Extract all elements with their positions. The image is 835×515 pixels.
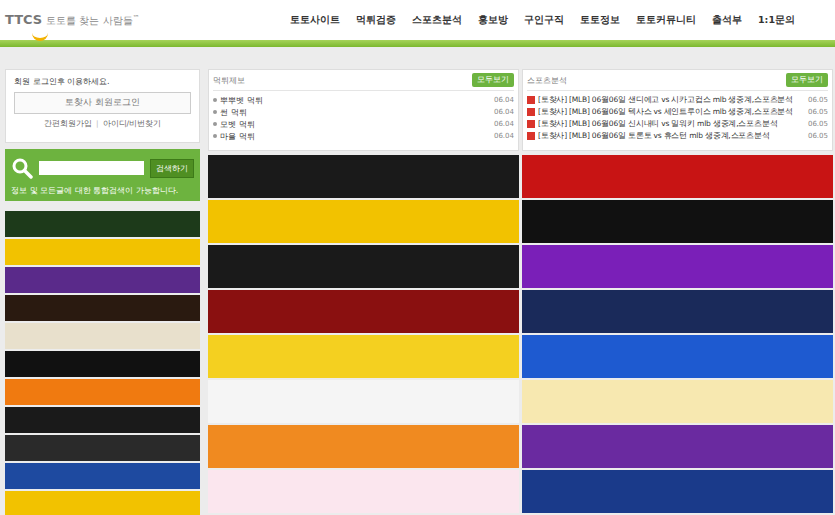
nav-item[interactable]: 출석부 [704,14,750,27]
banner[interactable] [522,290,833,333]
logo-name: TTCS [5,12,42,27]
banner[interactable] [208,290,519,333]
panel-title: 먹튀제보 [213,75,245,86]
row-date: 06.05 [808,96,828,104]
banner[interactable] [208,155,519,198]
nav-item[interactable]: 토토사이트 [282,14,348,27]
banner-grid [208,155,833,513]
content: 회원 로그인후 이용하세요. 토찾사 회원로그인간편회원가입 | 아이디/비번찾기검색… [0,47,835,515]
side-banner[interactable] [5,351,200,377]
logo-tagline: 토토를 찾는 사람들™ [46,14,139,28]
search-help: 정보 및 모든글에 대한 통합검색이 가능합니다. [11,185,194,196]
separator: | [96,119,99,129]
header: TTCS 토토를 찾는 사람들™ 토토사이트먹튀검증스포츠분석홍보방구인구직토토정보… [0,0,835,40]
row-date: 06.04 [494,108,514,116]
report-row[interactable]: 마을 먹튀06.04 [213,130,514,142]
analysis-row[interactable]: [토찾사] [MLB] 06월06일 토론토 vs 휴스턴 mlb 생중계,스포… [527,130,828,142]
side-banner[interactable] [5,491,200,515]
page: TTCS토토를 찾는 사람들™토토사이트먹튀검증스포츠분석홍보방구인구직토토정보… [0,0,835,515]
banner[interactable] [522,200,833,243]
banner[interactable] [208,425,519,468]
report-row[interactable]: 모벳 먹튀06.04 [213,118,514,130]
smile-icon [32,30,48,41]
search-box: 검색하기정보 및 모든글에 대한 통합검색이 가능합니다. [5,149,200,201]
login-message: 회원 로그인후 이용하세요. [14,76,191,87]
post-icon [527,108,535,116]
report-panel: 먹튀제보 모두보기뿌뿌벳 먹튀06.04썬 먹튀06.04모벳 먹튀06.04마을… [208,69,519,151]
banner[interactable] [208,380,519,423]
logo[interactable]: TTCS 토토를 찾는 사람들™ [0,0,200,40]
banner[interactable] [522,425,833,468]
main: 먹튀제보 모두보기뿌뿌벳 먹튀06.04썬 먹튀06.04모벳 먹튀06.04마을… [208,69,833,515]
green-stripe [0,40,835,47]
login-button[interactable]: 토찾사 회원로그인 [14,92,191,114]
banner[interactable] [522,380,833,423]
analysis-row[interactable]: [토찾사] [MLB] 06월06일 샌디에고 vs 시카고컵스 mlb 생중계… [527,94,828,106]
side-banner[interactable] [5,463,200,489]
banner[interactable] [522,470,833,513]
analysis-row[interactable]: [토찾사] [MLB] 06월06일 신시내티 vs 밀워키 mlb 생중계,스… [527,118,828,130]
nav-item[interactable]: 1:1문의 [750,14,803,27]
signup-link[interactable]: 간편회원가입 [44,119,92,129]
report-row[interactable]: 썬 먹튀06.04 [213,106,514,118]
nav-item[interactable]: 토토정보 [572,14,628,27]
nav-item[interactable]: 홍보방 [470,14,516,27]
nav-item[interactable]: 토토커뮤니티 [628,14,704,27]
row-date: 06.05 [808,120,828,128]
nav-item[interactable]: 먹튀검증 [348,14,404,27]
side-banner[interactable] [5,239,200,265]
row-date: 06.04 [494,132,514,140]
banner[interactable] [522,155,833,198]
side-banner-list [5,211,200,515]
side-banner[interactable] [5,323,200,349]
bullet-icon [213,134,217,138]
search-button[interactable]: 검색하기 [150,159,194,178]
banner[interactable] [522,335,833,378]
banner[interactable] [522,245,833,288]
row-date: 06.04 [494,120,514,128]
side-banner[interactable] [5,267,200,293]
banner[interactable] [208,200,519,243]
side-banner[interactable] [5,211,200,237]
bullet-icon [213,122,217,126]
panel-title: 스포츠분석 [527,75,567,86]
sidebar: 회원 로그인후 이용하세요. 토찾사 회원로그인간편회원가입 | 아이디/비번찾기검색… [5,69,200,515]
nav-item[interactable]: 스포츠분석 [404,14,470,27]
post-icon [527,132,535,140]
report-row[interactable]: 뿌뿌벳 먹튀06.04 [213,94,514,106]
analysis-row[interactable]: [토찾사] [MLB] 06월06일 텍사스 vs 세인트루이스 mlb 생중계… [527,106,828,118]
side-banner[interactable] [5,435,200,461]
magnifier-icon [11,157,33,179]
login-links: 간편회원가입 | 아이디/비번찾기 [14,119,191,129]
row-date: 06.04 [494,96,514,104]
banner[interactable] [208,245,519,288]
find-account-link[interactable]: 아이디/비번찾기 [103,119,162,129]
banner[interactable] [208,335,519,378]
side-banner[interactable] [5,379,200,405]
row-date: 06.05 [808,108,828,116]
search-input[interactable] [39,161,144,175]
post-icon [527,120,535,128]
more-button[interactable]: 모두보기 [472,73,514,87]
banner[interactable] [208,470,519,513]
analysis-panel: 스포츠분석 모두보기 [토찾사] [MLB] 06월06일 샌디에고 vs 시카고컵… [522,69,833,151]
bullet-icon [213,110,217,114]
post-icon [527,96,535,104]
login-box: 회원 로그인후 이용하세요. 토찾사 회원로그인간편회원가입 | 아이디/비번찾기 [5,69,200,143]
nav-item[interactable]: 구인구직 [516,14,572,27]
bullet-icon [213,98,217,102]
row-date: 06.05 [808,132,828,140]
side-banner[interactable] [5,295,200,321]
nav: 토토사이트먹튀검증스포츠분석홍보방구인구직토토정보토토커뮤니티출석부1:1문의 [282,14,803,27]
side-banner[interactable] [5,407,200,433]
more-button[interactable]: 모두보기 [786,73,828,87]
